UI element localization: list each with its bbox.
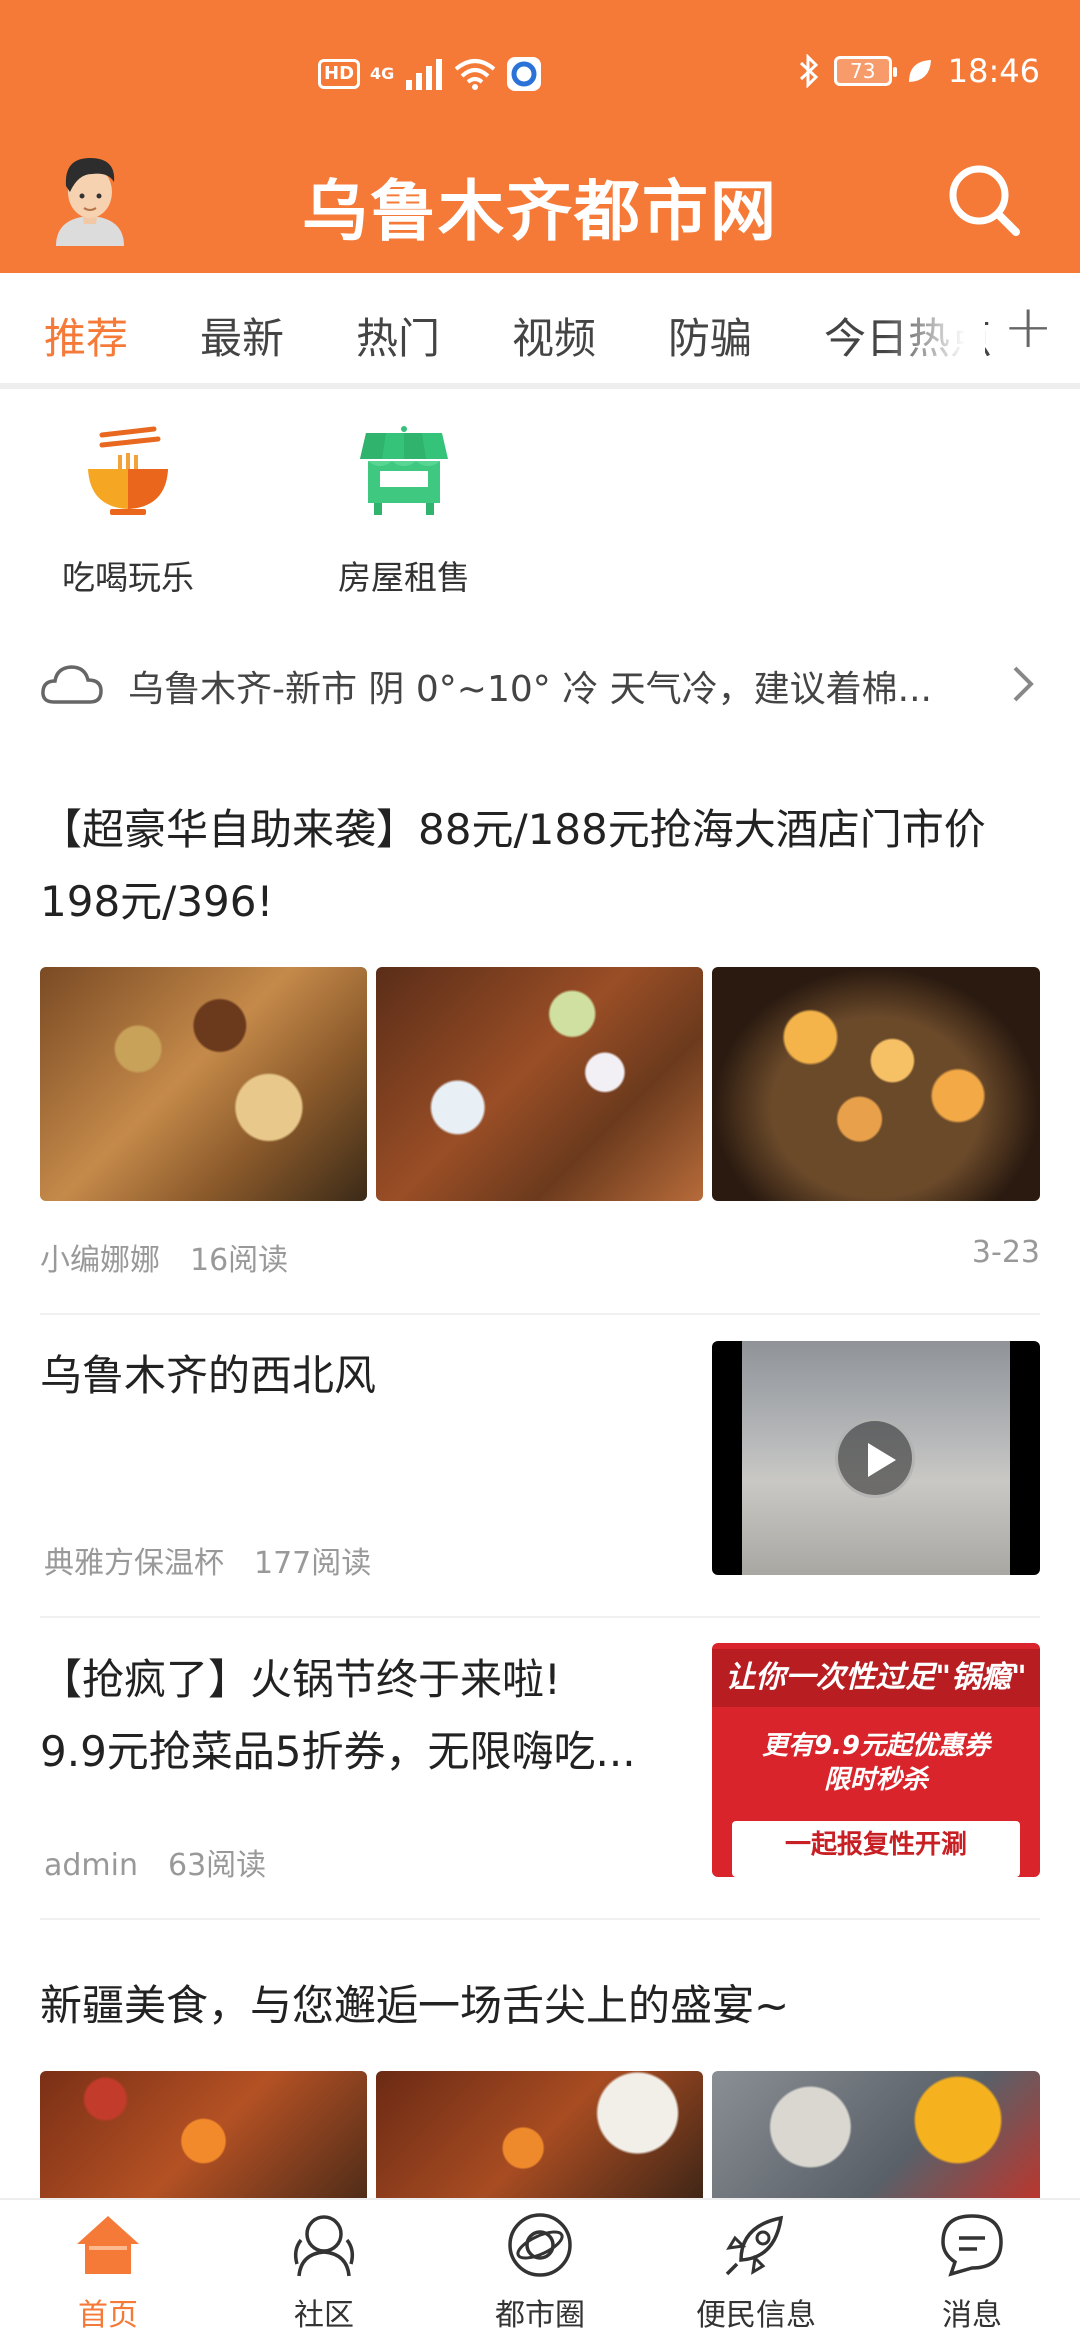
promo-headline: 让你一次性过足"锅瘾" (712, 1649, 1040, 1707)
tab-latest[interactable]: 最新 (200, 305, 284, 366)
article-image (40, 967, 367, 1201)
promo-coupon-text: 更有9.9元起优惠券 (761, 1731, 991, 1761)
article-image (712, 967, 1040, 1201)
divider (40, 1313, 1040, 1315)
app-notification-icon (507, 57, 542, 91)
article-date: 3-23 (971, 1235, 1040, 1270)
article-title: 新疆美食，与您邂逅一场舌尖上的盛宴~ (40, 1981, 790, 2030)
add-tab-icon[interactable]: + (1003, 297, 1053, 357)
signal-icon (406, 59, 443, 90)
app-title: 乌鲁木齐都市网 (302, 173, 778, 250)
bluetooth-icon (799, 54, 818, 88)
nav-label: 首页 (78, 2298, 138, 2333)
article-reads: 177阅读 (254, 1546, 372, 1581)
promo-banner: 一起报复性开涮 (732, 1821, 1020, 1877)
article-meta: admin 63阅读 (44, 1840, 266, 1884)
network-label: 4G (370, 64, 395, 83)
nav-home[interactable]: 首页 (0, 2210, 216, 2334)
tab-anti-fraud[interactable]: 防骗 (668, 305, 752, 366)
weather-text: 乌鲁木齐-新市 阴 0°~10° 冷 天气冷，建议着棉... (128, 669, 932, 710)
tab-fade (885, 289, 985, 373)
nav-community[interactable]: 社区 (216, 2210, 432, 2334)
article-title-line: 9.9元抢菜品5折券，无限嗨吃... (40, 1727, 636, 1776)
article-title-line: 【抢疯了】火锅节终于来啦! (40, 1655, 561, 1704)
video-thumbnail[interactable] (712, 1341, 1040, 1575)
article-reads: 63阅读 (168, 1848, 267, 1883)
nav-label: 消息 (942, 2298, 1002, 2333)
quick-link-housing[interactable]: 房屋租售 (304, 425, 504, 599)
divider (40, 1918, 1040, 1920)
article-image (712, 2071, 1040, 2211)
tab-recommend[interactable]: 推荐 (44, 305, 128, 366)
quick-link-label: 吃喝玩乐 (62, 558, 194, 597)
battery-icon: 73 (833, 56, 897, 86)
app-header: HD 4G 73 18:46 乌鲁木齐都市网 (0, 0, 1080, 273)
status-right: 73 18:46 (798, 52, 1040, 90)
tab-video[interactable]: 视频 (512, 305, 596, 366)
article-meta: 典雅方保温杯 177阅读 (44, 1538, 371, 1582)
weather-bar[interactable]: 乌鲁木齐-新市 阴 0°~10° 冷 天气冷，建议着棉... (0, 650, 1080, 722)
article-author: 小编娜娜 (40, 1243, 160, 1278)
shop-stall-icon (360, 426, 448, 515)
clock: 18:46 (947, 52, 1040, 90)
hd-icon: HD (318, 59, 361, 89)
promo-subline: 更有9.9元起优惠券 限时秒杀 (712, 1729, 1040, 1797)
article-author: 典雅方保温杯 (44, 1546, 224, 1581)
wifi-icon (454, 59, 496, 90)
article-title: 乌鲁木齐的西北风 (40, 1351, 377, 1400)
search-icon[interactable] (946, 162, 1022, 238)
article-reads: 16阅读 (190, 1243, 289, 1278)
article-meta: 小编娜娜 16阅读 (40, 1235, 288, 1279)
message-icon (941, 2214, 1003, 2277)
planet-icon (508, 2213, 572, 2277)
article-image (40, 2071, 367, 2211)
status-bar: HD 4G 73 18:46 (0, 48, 1080, 108)
tab-hot[interactable]: 热门 (356, 305, 440, 366)
nav-label: 都市圈 (495, 2298, 585, 2333)
article-title: 【抢疯了】火锅节终于来啦! 9.9元抢菜品5折券，无限嗨吃... (40, 1644, 700, 1788)
nav-city-circle[interactable]: 都市圈 (432, 2210, 648, 2334)
promo-thumbnail: 让你一次性过足"锅瘾" 更有9.9元起优惠券 限时秒杀 一起报复性开涮 (712, 1643, 1040, 1877)
chevron-right-icon (1013, 666, 1034, 702)
noodle-bowl-icon (88, 426, 168, 515)
community-icon (293, 2215, 355, 2277)
article-image (376, 2071, 703, 2211)
play-icon[interactable] (835, 1418, 915, 1498)
rocket-icon (725, 2215, 784, 2276)
nav-messages[interactable]: 消息 (864, 2210, 1080, 2334)
bottom-nav: 首页 社区 都市圈 便民信息 消息 (0, 2198, 1080, 2340)
divider (40, 1616, 1040, 1618)
home-icon (77, 2216, 139, 2274)
nav-label: 便民信息 (696, 2298, 816, 2333)
quick-link-label: 房屋租售 (338, 558, 470, 597)
category-tabs: 推荐 最新 热门 视频 防骗 今日热点 + (0, 273, 1080, 389)
nav-label: 社区 (294, 2298, 354, 2333)
article-title: 【超豪华自助来袭】88元/188元抢海大酒店门市价198元/396! (40, 805, 986, 926)
nav-services[interactable]: 便民信息 (648, 2210, 864, 2334)
article-image (376, 967, 703, 1201)
promo-flash-sale-text: 限时秒杀 (823, 1765, 928, 1795)
leaf-icon (908, 60, 931, 82)
status-icons: HD 4G (318, 56, 542, 92)
cloud-icon (41, 665, 103, 704)
article-author: admin (44, 1848, 138, 1883)
quick-link-food[interactable]: 吃喝玩乐 (28, 425, 228, 599)
app-screen: HD 4G 73 18:46 乌鲁木齐都市网 推荐 最新 热门 视频 防骗 + … (0, 0, 1080, 2340)
